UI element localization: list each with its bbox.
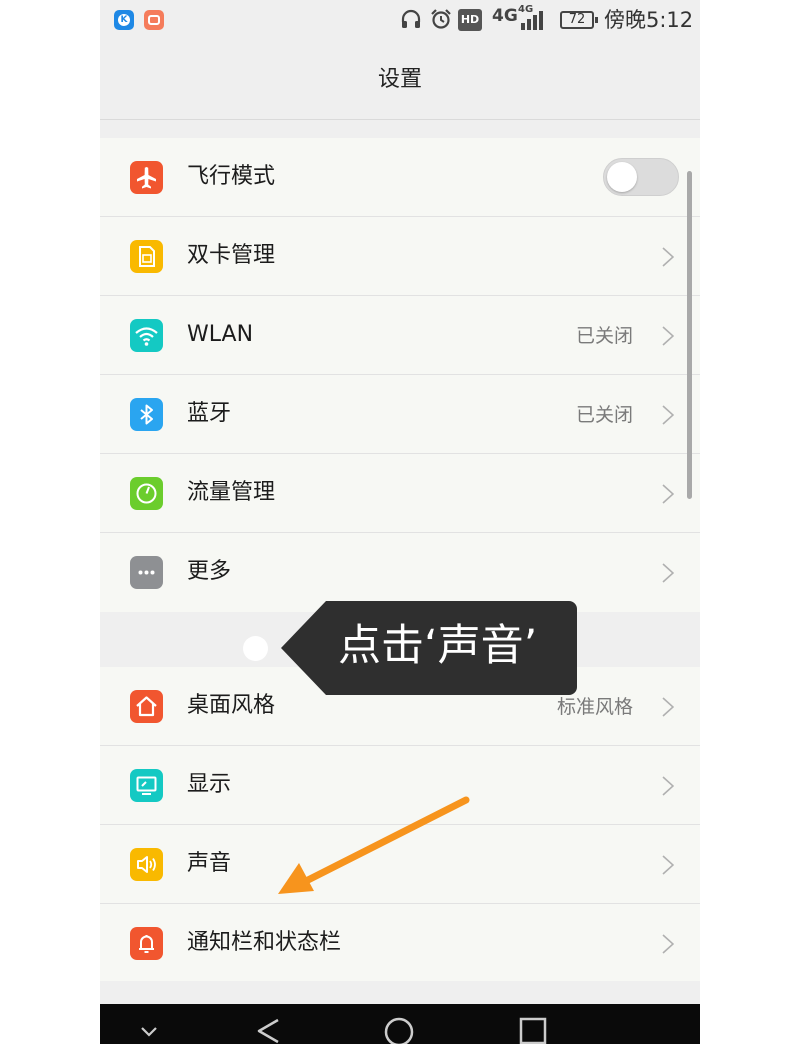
recents-icon[interactable] [518, 1016, 548, 1044]
navigation-bar [100, 1004, 700, 1044]
phone-screen: K HD 4G 4G 72 傍晚5:12 设置 飞行模式 双卡管理 WLAN 已… [100, 0, 700, 1044]
orange-arrow-annotation [278, 796, 470, 894]
home-button-icon[interactable] [383, 1016, 415, 1044]
collapse-icon[interactable] [140, 1026, 158, 1038]
back-icon[interactable] [253, 1016, 283, 1044]
